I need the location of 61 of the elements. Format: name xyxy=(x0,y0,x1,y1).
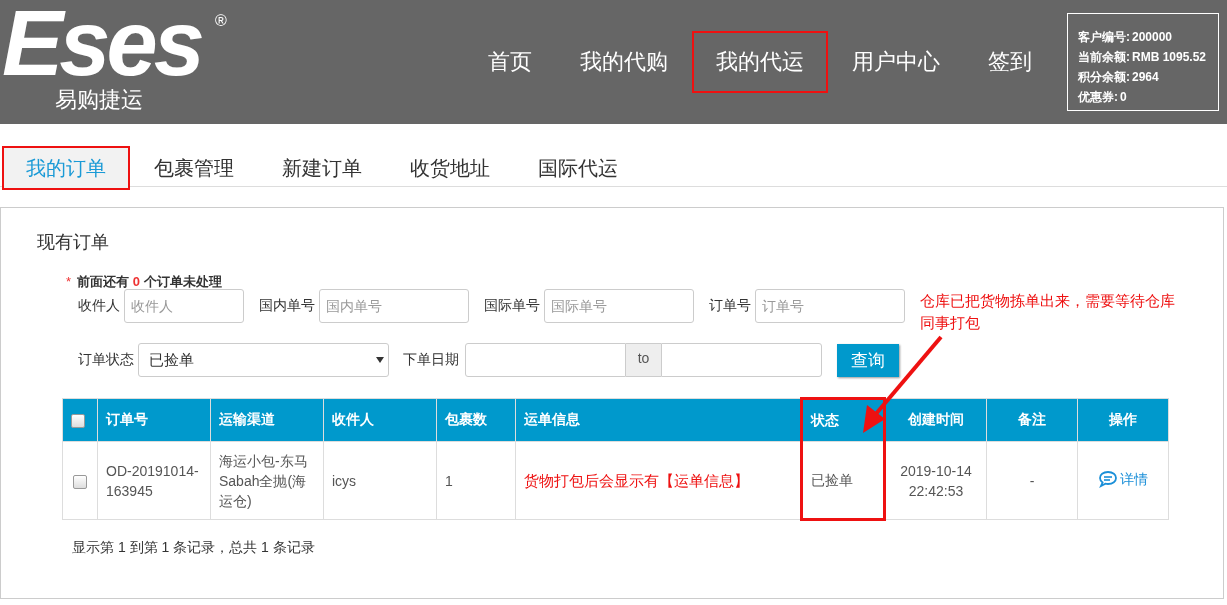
date-from-field[interactable] xyxy=(465,343,626,377)
logo-wordmark: Eses xyxy=(2,0,201,86)
table-cell: OD-20191014-163945 xyxy=(97,441,211,520)
column-header: 收件人 xyxy=(323,398,437,442)
text-field[interactable]: 国内单号 xyxy=(319,289,469,323)
tab[interactable]: 国际代运 xyxy=(514,146,642,190)
account-label: 优惠券: xyxy=(1078,89,1118,106)
filter-label: 订单号 xyxy=(709,297,751,315)
column-header: 状态 xyxy=(801,398,885,442)
text-field[interactable]: 国际单号 xyxy=(544,289,694,323)
logo-subtitle: 易购捷运 xyxy=(55,86,144,114)
nav-link[interactable]: 签到 xyxy=(964,31,1056,93)
table-cell: 海运小包-东马Sabah全抛(海运仓) xyxy=(210,441,324,520)
account-value: 2964 xyxy=(1132,69,1159,86)
account-value: 200000 xyxy=(1132,29,1173,46)
text-field[interactable]: 订单号 xyxy=(755,289,905,323)
nav-link[interactable]: 用户中心 xyxy=(828,31,964,93)
account-value: RMB 1095.52 xyxy=(1132,49,1207,66)
details-link[interactable]: 详情 xyxy=(1098,468,1148,489)
column-header: 操作 xyxy=(1077,398,1169,442)
select-all-checkbox[interactable] xyxy=(71,414,85,429)
tab[interactable]: 包裹管理 xyxy=(130,146,258,190)
nav-link[interactable]: 我的代购 xyxy=(556,31,692,93)
search-button[interactable]: 查询 xyxy=(837,343,899,377)
account-label: 积分余额: xyxy=(1078,69,1130,86)
filter-label: 国内单号 xyxy=(259,297,315,315)
column-header: 订单号 xyxy=(97,398,211,442)
account-label: 客户编号: xyxy=(1078,29,1130,46)
table-cell: - xyxy=(986,441,1078,520)
filter-label: 下单日期 xyxy=(403,351,459,369)
date-separator: to xyxy=(626,343,661,377)
annotation-text: 仓库已把货物拣单出来，需要等待仓库同事打包 xyxy=(920,291,1176,333)
column-header: 包裹数 xyxy=(436,398,516,442)
account-value: 0 xyxy=(1120,89,1127,106)
filter-label: 国际单号 xyxy=(484,297,540,315)
column-header: 备注 xyxy=(986,398,1078,442)
text-field[interactable]: 收件人 xyxy=(124,289,244,323)
speech-bubble-icon xyxy=(1098,469,1118,488)
filter-label: 收件人 xyxy=(78,297,120,315)
tab[interactable]: 新建订单 xyxy=(258,146,386,190)
pending-notice: * 前面还有 0 个订单未处理 xyxy=(66,273,223,291)
column-header: 运输渠道 xyxy=(210,398,324,442)
tab[interactable]: 收货地址 xyxy=(386,146,514,190)
records-summary: 显示第 1 到第 1 条记录，总共 1 条记录 xyxy=(72,539,316,557)
table-cell: 2019-10-14 22:42:53 xyxy=(884,441,987,520)
filter-label: 订单状态 xyxy=(78,351,134,369)
caret-icon xyxy=(376,357,384,363)
status-dropdown[interactable]: 已捡单 xyxy=(138,343,389,377)
registered-mark: ® xyxy=(214,12,227,30)
column-header: 运单信息 xyxy=(515,398,802,442)
column-header: 创建时间 xyxy=(884,398,987,442)
panel-title: 现有订单 xyxy=(37,231,110,254)
table-cell: icys xyxy=(323,441,437,520)
nav-link[interactable]: 我的代运 xyxy=(692,31,828,93)
tracking-note: 货物打包后会显示有【运单信息】 xyxy=(524,471,749,489)
nav-link[interactable]: 首页 xyxy=(464,31,556,93)
date-to-field[interactable] xyxy=(661,343,822,377)
row-checkbox[interactable] xyxy=(73,474,87,489)
account-label: 当前余额: xyxy=(1078,49,1130,66)
table-cell: 已捡单 xyxy=(801,441,885,520)
table-cell: 1 xyxy=(436,441,516,520)
